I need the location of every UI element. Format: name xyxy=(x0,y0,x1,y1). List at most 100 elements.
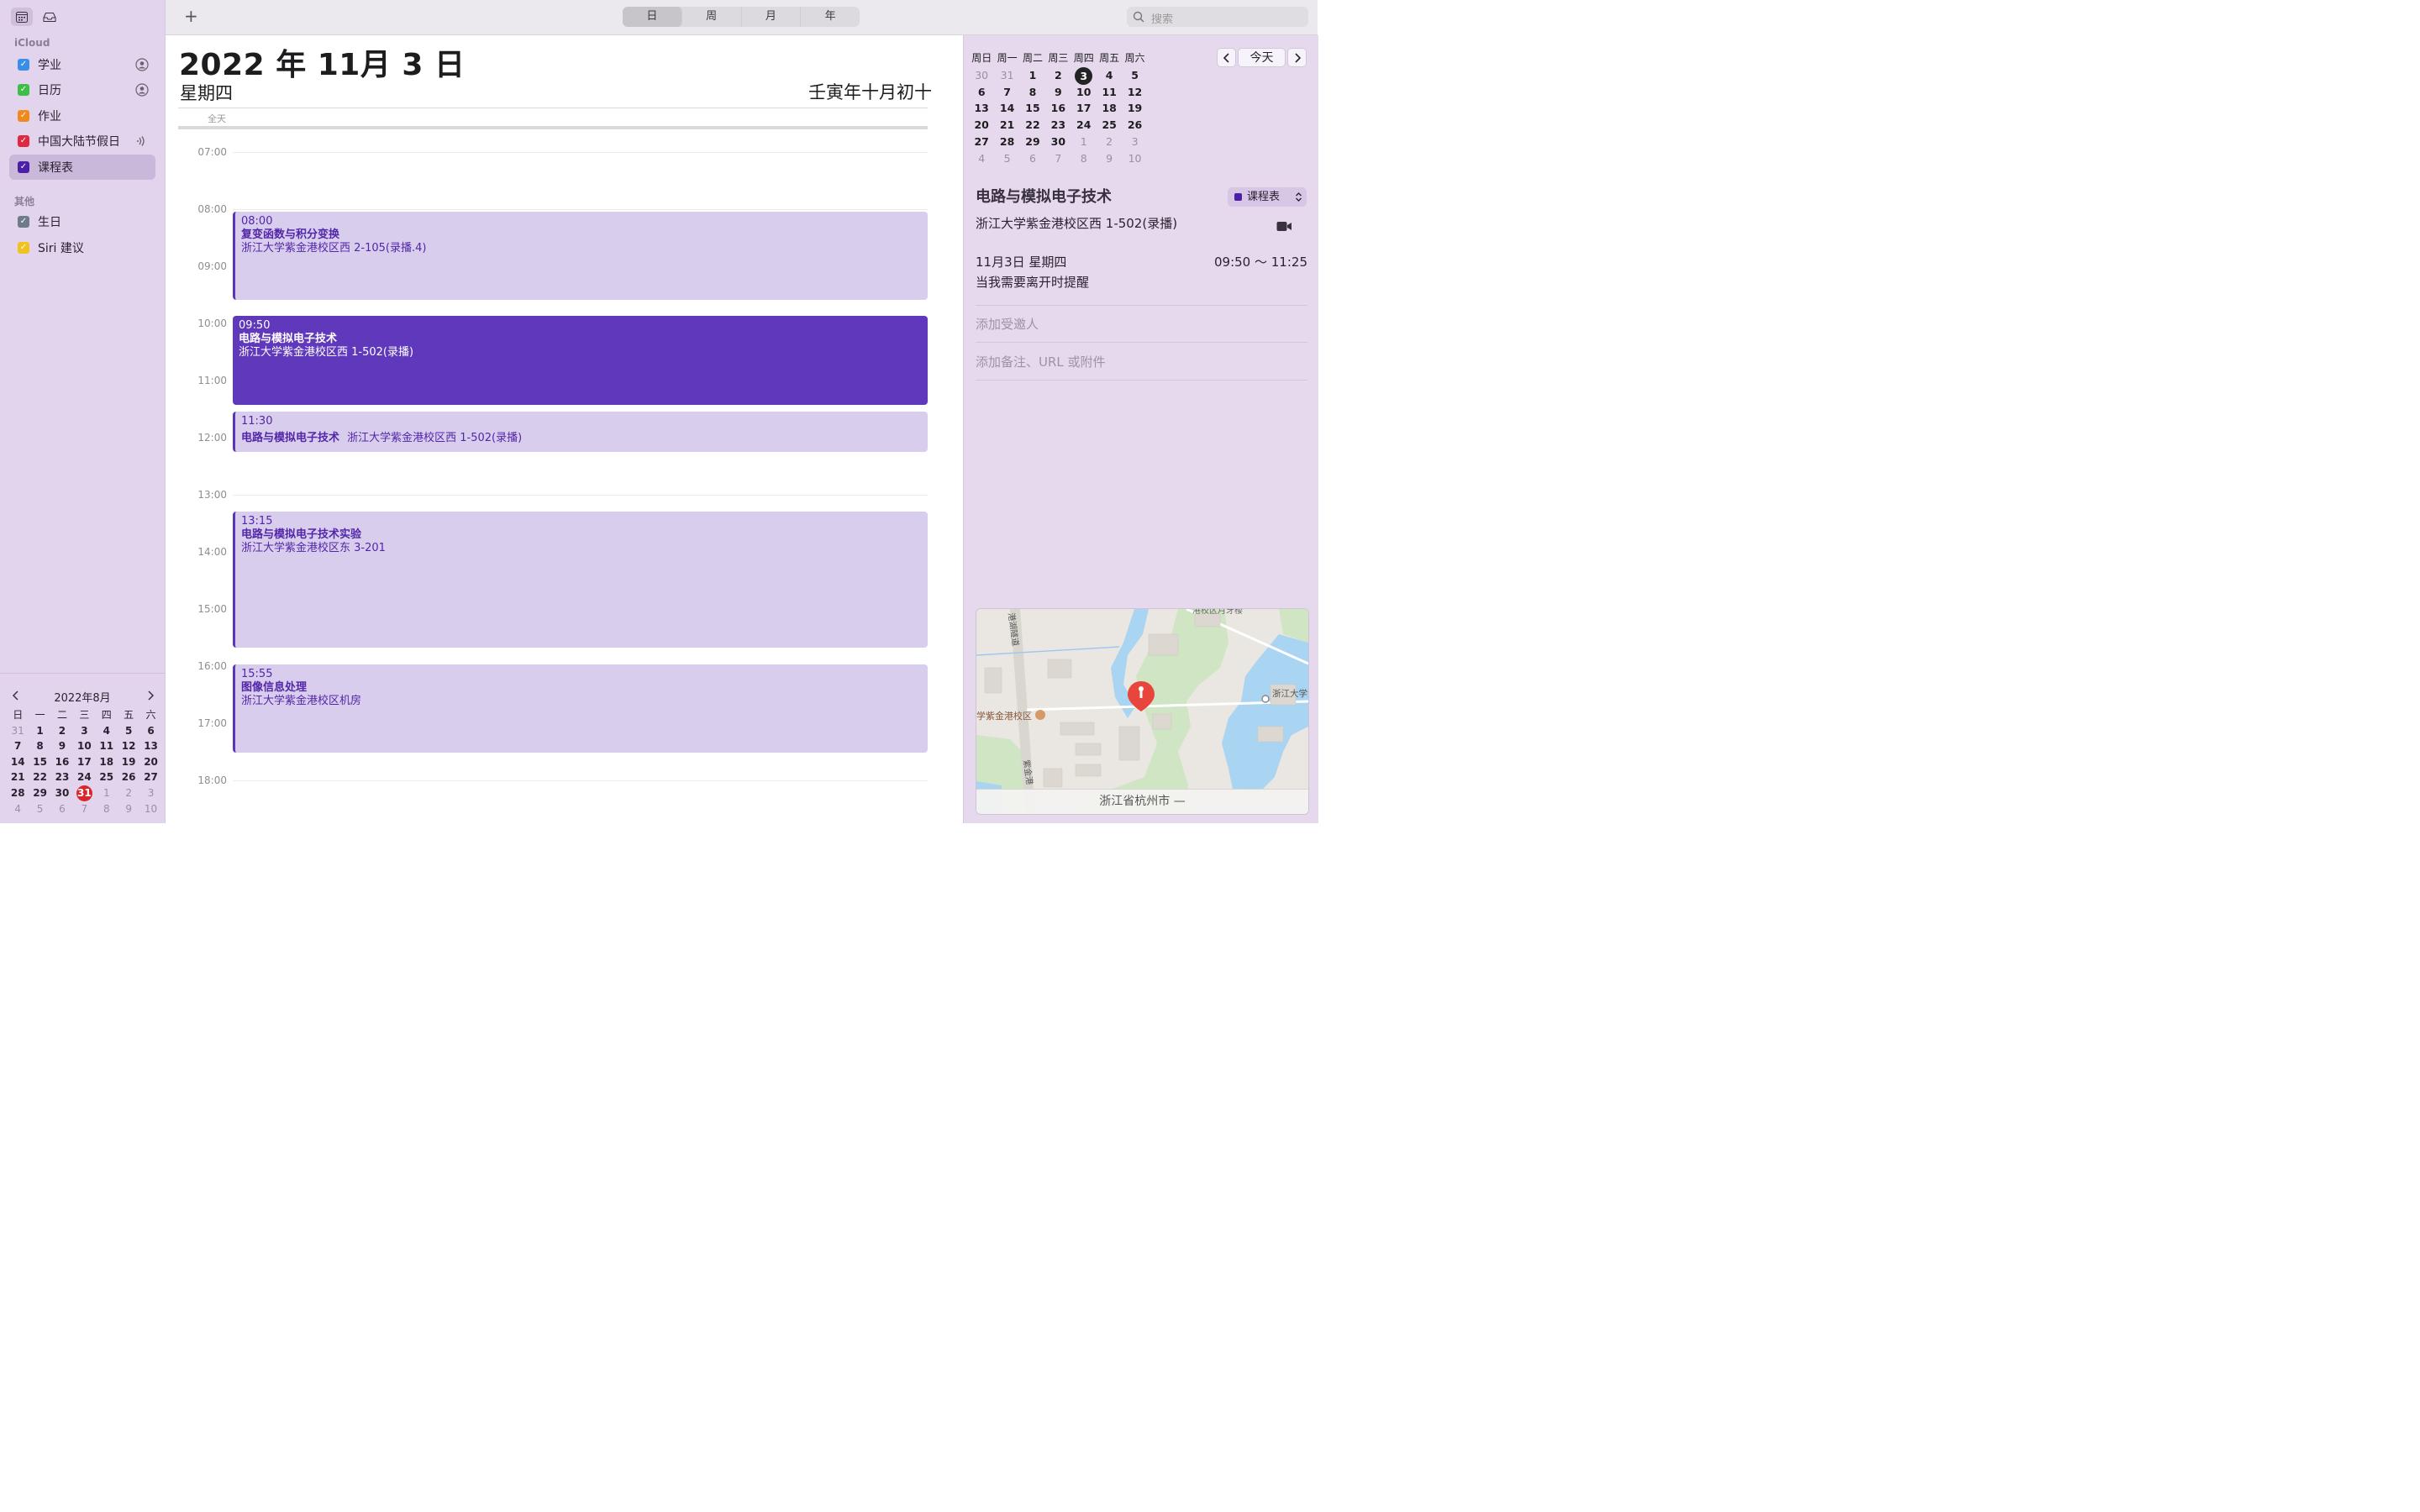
event-detail-time-range[interactable]: 09:50 ～ 11:25 xyxy=(1214,253,1307,270)
mini-calendar-day[interactable]: 3 xyxy=(1122,134,1147,150)
calendar-item-kechengbiao[interactable]: ✓ 课程表 xyxy=(9,155,155,180)
mini-calendar-day[interactable]: 25 xyxy=(96,769,118,785)
search-field[interactable]: 搜索 xyxy=(1127,7,1308,27)
mini-calendar-day[interactable]: 21 xyxy=(7,769,29,785)
mini-calendar-day[interactable]: 22 xyxy=(1020,117,1045,134)
mini-calendar-day[interactable]: 27 xyxy=(969,134,994,150)
mini-calendar-day[interactable]: 29 xyxy=(1020,134,1045,150)
mini-calendar-day[interactable]: 20 xyxy=(139,754,161,770)
event-block[interactable]: 15:55 图像信息处理 浙江大学紫金港校区机房 xyxy=(233,664,928,753)
mini-calendar-day[interactable]: 10 xyxy=(1122,150,1147,167)
calendar-item-birthdays[interactable]: ✓ 生日 xyxy=(9,209,155,234)
event-detail-alert[interactable]: 当我需要离开时提醒 xyxy=(976,273,1089,291)
mini-calendar-day[interactable]: 14 xyxy=(7,754,29,770)
event-detail-title[interactable]: 电路与模拟电子技术 xyxy=(976,185,1112,207)
mini-calendar-day[interactable]: 31 xyxy=(994,67,1019,84)
add-invitees-field[interactable]: 添加受邀人 xyxy=(976,315,1039,333)
mini-calendar-day[interactable]: 3 xyxy=(73,723,95,739)
tab-year[interactable]: 年 xyxy=(801,7,860,27)
mini-calendar-day[interactable]: 29 xyxy=(29,785,50,801)
mini-calendar-day[interactable]: 5 xyxy=(118,723,139,739)
mini-calendar-day[interactable]: 26 xyxy=(118,769,139,785)
mini-calendar-day[interactable]: 19 xyxy=(118,754,139,770)
mini-calendar-day[interactable]: 6 xyxy=(969,84,994,101)
mini-calendar-day[interactable]: 10 xyxy=(139,801,161,817)
mini-calendar-day[interactable]: 11 xyxy=(1097,84,1122,101)
mini-calendar-day[interactable]: 10 xyxy=(1071,84,1097,101)
mini-calendar-day[interactable]: 12 xyxy=(118,738,139,754)
tab-week[interactable]: 周 xyxy=(682,7,742,27)
checkbox-checked-icon[interactable]: ✓ xyxy=(18,110,29,122)
mini-calendar-day[interactable]: 4 xyxy=(1097,67,1122,84)
mini-calendar-day[interactable]: 28 xyxy=(994,134,1019,150)
mini-calendar-day[interactable]: 7 xyxy=(73,801,95,817)
mini-calendar-day[interactable]: 26 xyxy=(1122,117,1147,134)
mini-calendar-day[interactable]: 17 xyxy=(73,754,95,770)
mini-calendar-day[interactable]: 1 xyxy=(1071,134,1097,150)
mini-calendar-day[interactable]: 3 xyxy=(1071,66,1097,85)
event-detail-date[interactable]: 11月3日 星期四 xyxy=(976,253,1066,270)
mini-calendar-day[interactable]: 24 xyxy=(1071,117,1097,134)
mini-calendar-day[interactable]: 25 xyxy=(1097,117,1122,134)
mini-calendar-day[interactable]: 24 xyxy=(73,769,95,785)
mini-calendar-day[interactable]: 9 xyxy=(1097,150,1122,167)
mini-calendar-day[interactable]: 2 xyxy=(1045,67,1071,84)
mini-calendar-day[interactable]: 7 xyxy=(1045,150,1071,167)
mini-calendar-day[interactable]: 6 xyxy=(139,723,161,739)
mini-calendar-day[interactable]: 13 xyxy=(139,738,161,754)
mini-calendar-day[interactable]: 19 xyxy=(1122,100,1147,117)
mini-calendar-day[interactable]: 15 xyxy=(1020,100,1045,117)
selected-day[interactable]: 3 xyxy=(1075,66,1093,85)
mini-calendar-day[interactable]: 9 xyxy=(118,801,139,817)
mini-calendar-day[interactable]: 13 xyxy=(969,100,994,117)
mini-calendar-day[interactable]: 12 xyxy=(1122,84,1147,101)
inbox-icon[interactable] xyxy=(39,8,60,26)
mini-calendar-day[interactable]: 2 xyxy=(51,723,73,739)
location-map[interactable]: 学紫金港校区 港校区月牙楼 港湖隧道 紫金港 浙江大学港校区东 浙江省杭州市 — xyxy=(976,608,1309,815)
mini-calendar-day[interactable]: 23 xyxy=(51,769,73,785)
next-button[interactable] xyxy=(1287,48,1307,67)
mini-calendar-day[interactable]: 8 xyxy=(1020,84,1045,101)
tab-day[interactable]: 日 xyxy=(623,7,682,27)
mini-calendar-day[interactable]: 16 xyxy=(51,754,73,770)
mini-calendar-day[interactable]: 4 xyxy=(7,801,29,817)
calendar-item-siri[interactable]: ✓ Siri 建议 xyxy=(9,235,155,260)
mini-calendar-day[interactable]: 7 xyxy=(994,84,1019,101)
mini-calendar-day[interactable]: 4 xyxy=(969,150,994,167)
tab-month[interactable]: 月 xyxy=(742,7,802,27)
mini-calendar-day[interactable]: 31 xyxy=(73,785,95,801)
mini-calendar-day[interactable]: 1 xyxy=(29,723,50,739)
mini-calendar-day[interactable]: 5 xyxy=(994,150,1019,167)
mini-calendar-day[interactable]: 22 xyxy=(29,769,50,785)
mini-calendar-day[interactable]: 2 xyxy=(118,785,139,801)
mini-calendar-day[interactable]: 4 xyxy=(96,723,118,739)
event-block[interactable]: 11:30 电路与模拟电子技术 浙江大学紫金港校区西 1-502(录播) xyxy=(233,412,928,452)
checkbox-checked-icon[interactable]: ✓ xyxy=(18,135,29,147)
mini-calendar-day[interactable]: 27 xyxy=(139,769,161,785)
event-block-selected[interactable]: 09:50 电路与模拟电子技术 浙江大学紫金港校区西 1-502(录播) xyxy=(233,316,928,405)
previous-button[interactable] xyxy=(1217,48,1236,67)
mini-calendar-day[interactable]: 31 xyxy=(7,723,29,739)
event-block[interactable]: 13:15 电路与模拟电子技术实验 浙江大学紫金港校区东 3-201 xyxy=(233,512,928,648)
calendar-select[interactable]: 课程表 xyxy=(1228,187,1307,207)
calendar-item-xueye[interactable]: ✓ 学业 xyxy=(9,52,155,77)
today-button[interactable]: 今天 xyxy=(1238,48,1286,67)
mini-calendar-day[interactable]: 23 xyxy=(1045,117,1071,134)
mini-calendar-day[interactable]: 5 xyxy=(1122,67,1147,84)
mini-calendar-day[interactable]: 8 xyxy=(96,801,118,817)
mini-calendar-day[interactable]: 6 xyxy=(51,801,73,817)
today-day[interactable]: 31 xyxy=(76,785,92,801)
event-detail-location[interactable]: 浙江大学紫金港校区西 1-502(录播) xyxy=(976,214,1177,232)
checkbox-checked-icon[interactable]: ✓ xyxy=(18,59,29,71)
mini-calendar-day[interactable]: 30 xyxy=(51,785,73,801)
mini-calendar-day[interactable]: 1 xyxy=(96,785,118,801)
mini-calendar-day[interactable]: 16 xyxy=(1045,100,1071,117)
mini-calendar-day[interactable]: 30 xyxy=(1045,134,1071,150)
checkbox-checked-icon[interactable]: ✓ xyxy=(18,242,29,254)
add-event-button[interactable]: + xyxy=(184,8,198,24)
mini-calendar-day[interactable]: 14 xyxy=(994,100,1019,117)
calendar-item-zuoye[interactable]: ✓ 作业 xyxy=(9,103,155,129)
calendar-item-holidays[interactable]: ✓ 中国大陆节假日 xyxy=(9,129,155,154)
calendar-item-rili[interactable]: ✓ 日历 xyxy=(9,77,155,102)
mini-calendar-day[interactable]: 21 xyxy=(994,117,1019,134)
